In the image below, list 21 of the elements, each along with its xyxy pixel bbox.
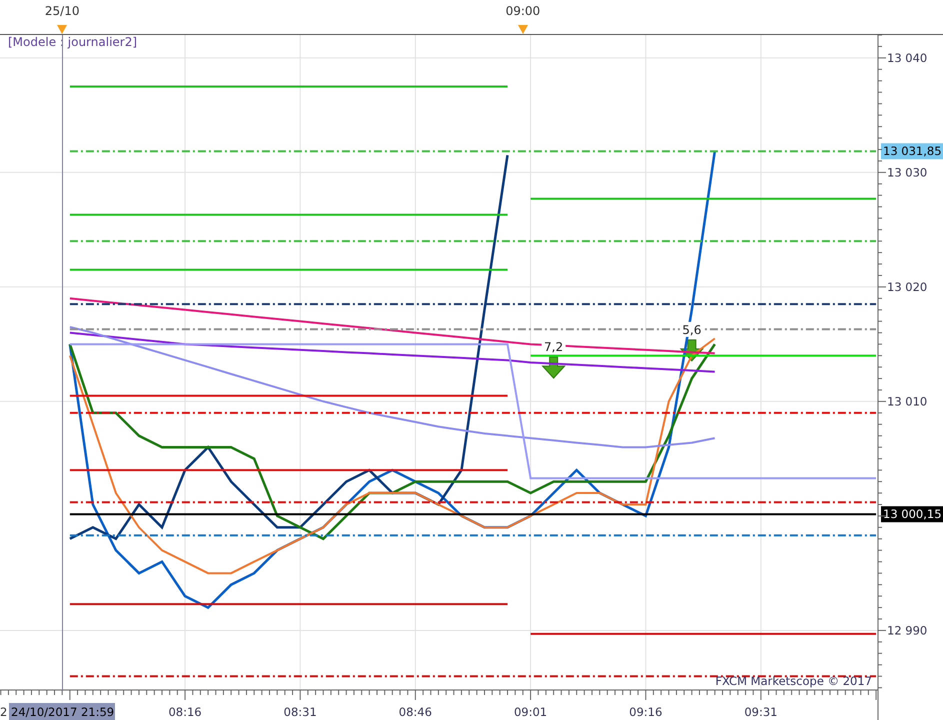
axis-label: 13 030 (887, 165, 928, 180)
date-fragment: 2 (0, 705, 8, 719)
axis-label: 13 010 (887, 394, 928, 408)
axis-label: 12 990 (887, 623, 928, 638)
down-arrow-icon (680, 339, 704, 362)
price-tag: 13 031,85 (881, 143, 943, 160)
down-arrow-icon (541, 356, 566, 379)
axis-label: 09:16 (629, 705, 662, 719)
credit-text: FXCM Marketscope © 2017 (715, 674, 872, 688)
axis-label: 08:46 (398, 705, 432, 719)
time-marker-icon (518, 25, 528, 34)
axis-label: 09:01 (514, 705, 548, 719)
axis-label: 13 040 (887, 50, 928, 65)
cursor-time-label: 24/10/2017 21:59 (9, 703, 115, 720)
axis-label: 09:31 (744, 705, 778, 719)
time-label: 09:00 (506, 3, 540, 20)
time-label: 25/10 (44, 3, 80, 20)
axis-label: 08:31 (284, 705, 317, 719)
axis-label: 08:16 (168, 705, 202, 719)
price-tag: 13 000,15 (881, 506, 943, 522)
axis-label: 13 020 (887, 280, 928, 294)
